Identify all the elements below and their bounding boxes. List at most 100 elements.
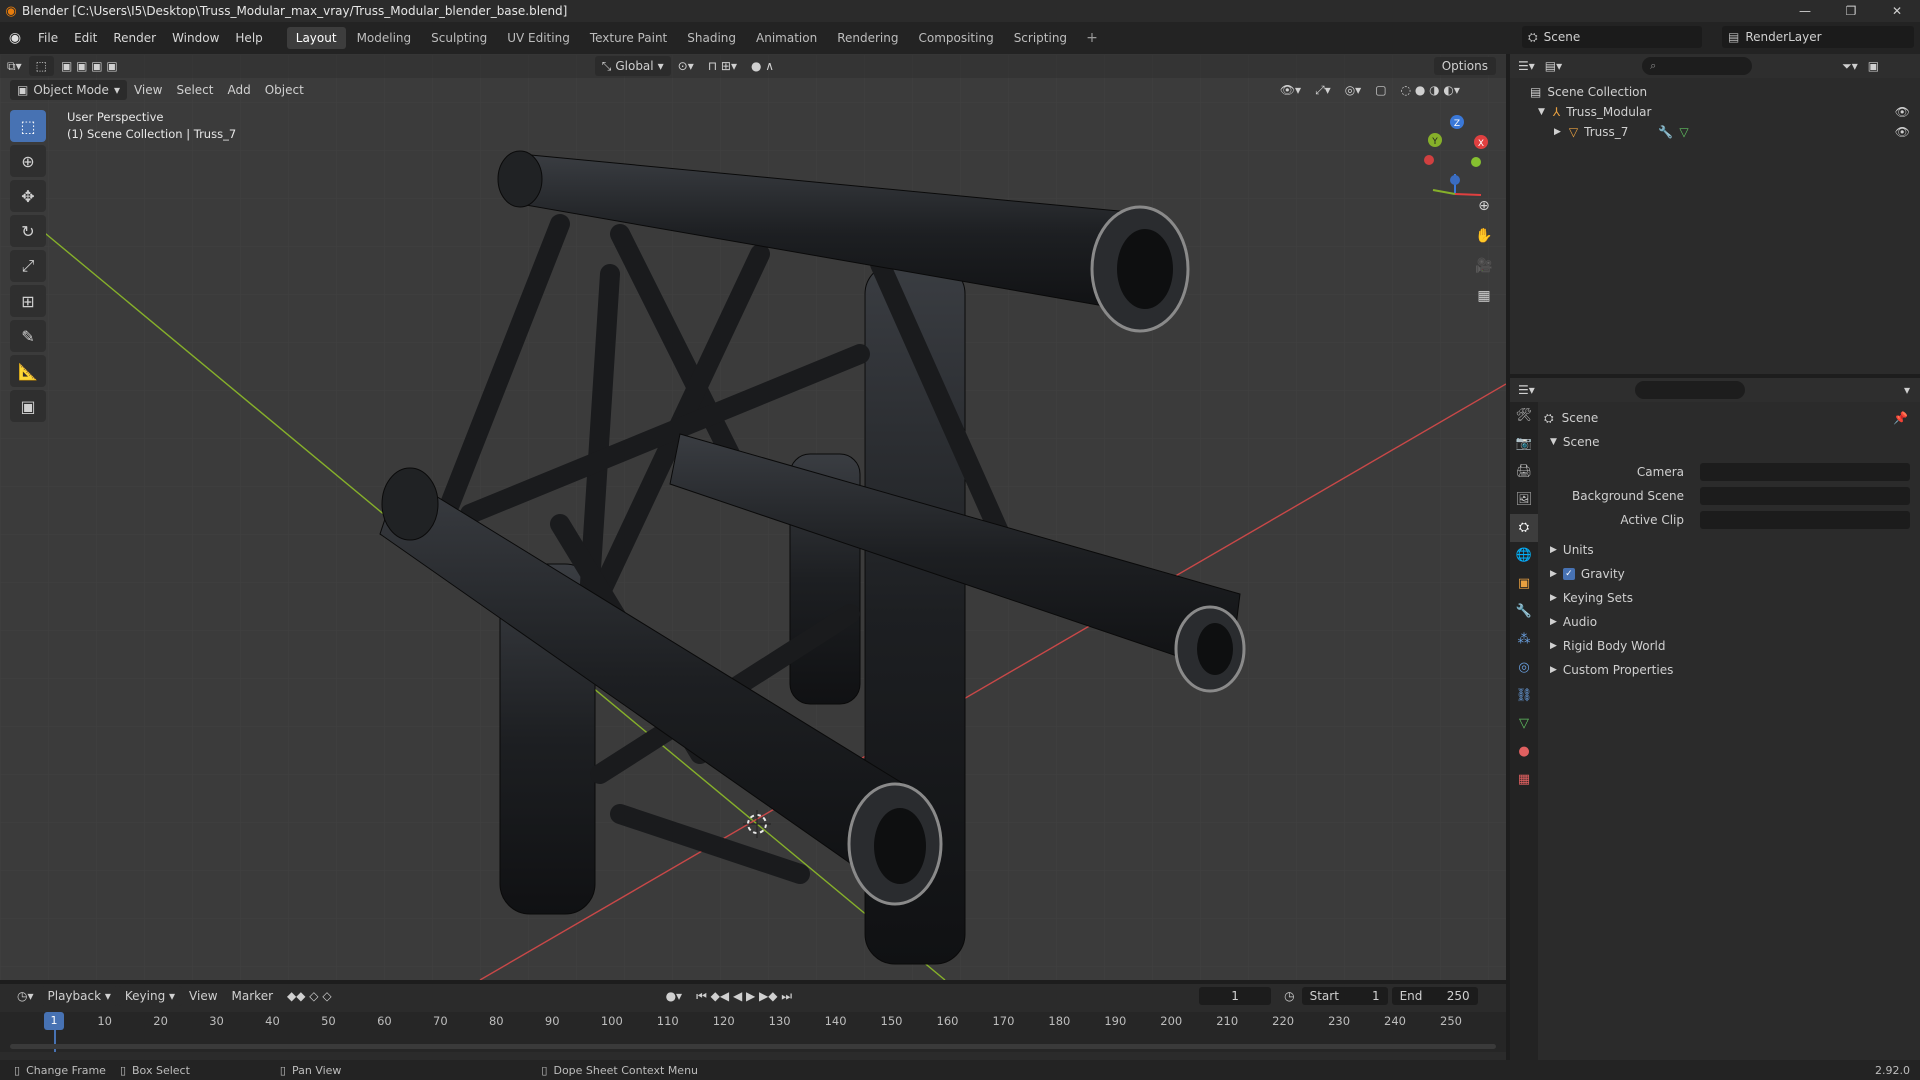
outliner-row-scene-collection[interactable]: ▤ Scene Collection [1510,82,1920,102]
options-dropdown[interactable]: Options [1433,57,1496,75]
gravity-checkbox[interactable]: ✓ [1562,568,1575,580]
maximize-button[interactable]: ❐ [1828,0,1874,22]
minimize-button[interactable]: — [1782,0,1828,22]
measure-tool-icon[interactable]: 📐 [10,355,46,387]
filter-icon[interactable]: ⏷▾ [1842,59,1858,74]
menu-render[interactable]: Render [105,31,164,45]
menu-marker[interactable]: Marker [225,986,280,1006]
shading-mode-icons[interactable]: ◌ ● ◑ ◐▾ [1394,80,1467,100]
playback-controls-icons[interactable]: ⏮ ◆◀ ◀ ▶ ▶◆ ⏭ [689,986,799,1006]
move-tool-icon[interactable]: ✥ [10,180,46,212]
transform-tool-icon[interactable]: ⊞ [10,285,46,317]
output-tab-icon[interactable]: 🖨 [1510,458,1538,486]
outliner-editor-icon[interactable]: ☰▾ [1518,59,1535,73]
properties-editor-icon[interactable]: ☰▾ [1518,383,1535,397]
tab-rendering[interactable]: Rendering [828,27,907,49]
tab-uv-editing[interactable]: UV Editing [498,27,579,49]
tab-texture-paint[interactable]: Texture Paint [581,27,676,49]
tab-shading[interactable]: Shading [678,27,745,49]
material-tab-icon[interactable]: ● [1510,738,1538,766]
constraints-tab-icon[interactable]: ⛓ [1510,682,1538,710]
select-box-tool-icon[interactable]: ⬚ [10,110,46,142]
pivot-point-icon[interactable]: ⊙▾ [671,56,701,76]
camera-field[interactable] [1700,463,1910,481]
outliner-search-input[interactable]: ⌕ [1642,57,1753,75]
view-layer-tab-icon[interactable]: 🖼 [1510,486,1538,514]
render-layer-selector[interactable]: ▤ RenderLayer [1722,26,1914,48]
rotate-tool-icon[interactable]: ↻ [10,215,46,247]
gizmo-toggle-icon[interactable]: ⤢▾ [1308,80,1338,100]
rigid-body-world-section[interactable]: ▶ Rigid Body World [1540,634,1920,658]
timeline-ruler[interactable]: 1102030405060708090100110120130140150160… [0,1012,1506,1052]
data-tab-icon[interactable]: ▽ [1510,710,1538,738]
expand-arrow-icon[interactable]: ▶ [1554,127,1561,137]
gizmo-neg-z-icon[interactable] [1450,175,1460,185]
ortho-grid-icon[interactable]: ▦ [1472,284,1496,308]
tab-compositing[interactable]: Compositing [909,27,1002,49]
expand-arrow-icon[interactable]: ▼ [1538,107,1545,117]
scene-panel-header[interactable]: ▼ Scene [1540,430,1920,454]
menu-view[interactable]: View [182,986,224,1006]
gizmo-neg-y-icon[interactable] [1471,157,1481,167]
physics-tab-icon[interactable]: ◎ [1510,654,1538,682]
keying-sets-section[interactable]: ▶ Keying Sets [1540,586,1920,610]
keyframe-icons[interactable]: ◆◆ ◇ ◇ [280,986,339,1006]
tab-scripting[interactable]: Scripting [1005,27,1076,49]
snap-icon[interactable]: ⊓ ⊞▾ [701,56,744,76]
gravity-section[interactable]: ▶ ✓ Gravity [1540,562,1920,586]
playhead-marker[interactable]: 1 [44,1012,64,1030]
tab-modeling[interactable]: Modeling [348,27,421,49]
close-button[interactable]: ✕ [1874,0,1920,22]
current-frame-field[interactable]: 1 [1199,987,1272,1005]
start-frame-field[interactable]: Start 1 [1301,987,1388,1005]
background-scene-field[interactable] [1700,487,1910,505]
gizmo-neg-x-icon[interactable] [1424,155,1434,165]
menu-edit[interactable]: Edit [66,31,105,45]
chevron-down-icon[interactable]: ▾ [1904,383,1910,397]
menu-help[interactable]: Help [227,31,270,45]
add-workspace-icon[interactable]: + [1078,30,1106,46]
cursor-tool-icon[interactable]: ⊕ [10,145,46,177]
active-clip-field[interactable] [1700,511,1910,529]
tab-layout[interactable]: Layout [286,27,346,49]
pan-hand-icon[interactable]: ✋ [1472,224,1496,248]
timeline-scrollbar[interactable] [10,1044,1496,1049]
particles-tab-icon[interactable]: ⁂ [1510,626,1538,654]
scale-tool-icon[interactable]: ⤢ [10,250,46,282]
end-frame-field[interactable]: End 250 [1391,987,1478,1005]
scene-tab-icon[interactable]: ⛭ [1510,514,1538,542]
proportional-edit-icon[interactable]: ● ∧ [744,56,781,76]
menu-window[interactable]: Window [164,31,227,45]
transform-orientation-dropdown[interactable]: ⤡ Global ▾ [594,56,671,76]
overlay-toggle-icon[interactable]: ◎▾ [1338,80,1369,100]
keying-dropdown[interactable]: Keying ▾ [117,986,183,1006]
mode-dropdown[interactable]: ▣ Object Mode ▾ [10,80,127,100]
camera-view-icon[interactable]: 🎥 [1472,254,1496,278]
preview-range-icon[interactable]: ◷ [1277,986,1301,1006]
viewport-canvas[interactable]: Z Y X [0,54,1506,980]
blender-menu-icon[interactable]: ◉ [0,30,30,46]
visibility-icon[interactable]: 👁▾ [1273,80,1308,100]
outliner-row-truss-modular[interactable]: ▼ ⅄ Truss_Modular 👁 [1510,102,1920,122]
annotate-tool-icon[interactable]: ✎ [10,320,46,352]
editor-type-icon[interactable]: ⧉▾ [0,56,29,76]
pin-icon[interactable]: 📌 [1893,411,1908,425]
world-tab-icon[interactable]: 🌐 [1510,542,1538,570]
visibility-eye-icon[interactable]: 👁 [1895,105,1910,119]
3d-viewport[interactable]: Z Y X ⧉▾ ⬚ ▣ ▣ ▣ ▣ ⤡ Global ▾ ⊙▾ ⊓ ⊞▾ ● … [0,54,1506,980]
selection-mode-icons[interactable]: ▣ ▣ ▣ ▣ [54,56,125,76]
tab-sculpting[interactable]: Sculpting [422,27,496,49]
units-section[interactable]: ▶ Units [1540,538,1920,562]
tool-tab-icon[interactable]: 🛠 [1510,402,1538,430]
timeline-editor-icon[interactable]: ◷▾ [10,986,41,1006]
scene-selector[interactable]: ⛭ Scene [1522,26,1702,48]
auto-key-record-icon[interactable]: ●▾ [659,986,690,1006]
add-cube-tool-icon[interactable]: ▣ [10,390,46,422]
menu-object[interactable]: Object [258,80,311,100]
texture-tab-icon[interactable]: ▦ [1510,766,1538,794]
outliner-row-truss-7[interactable]: ▶ ▽ Truss_7 🔧 ▽ 👁 [1510,122,1920,142]
audio-section[interactable]: ▶ Audio [1540,610,1920,634]
render-tab-icon[interactable]: 📷 [1510,430,1538,458]
zoom-icon[interactable]: ⊕ [1472,194,1496,218]
modifier-tab-icon[interactable]: 🔧 [1510,598,1538,626]
